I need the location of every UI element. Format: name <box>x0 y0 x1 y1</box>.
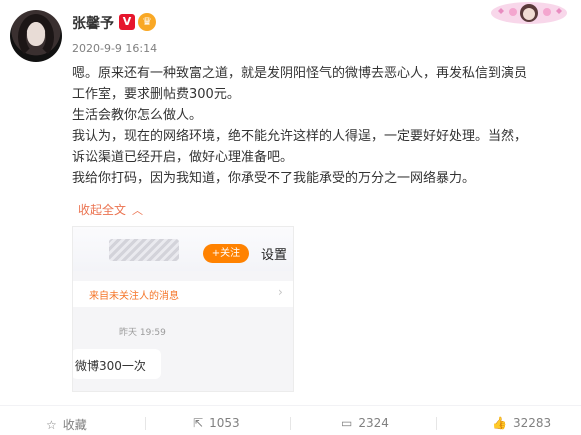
avatar[interactable] <box>10 10 62 62</box>
post-line: 诉讼渠道已经开启，做好心理准备吧。 <box>72 150 294 165</box>
chat-header: +关注 设置 <box>73 227 293 271</box>
comment-count: 2324 <box>358 416 389 430</box>
username[interactable]: 张馨予 <box>72 13 114 33</box>
follow-button: +关注 <box>203 244 249 263</box>
star-icon: ☆ <box>46 418 57 432</box>
favorite-button[interactable]: ☆ 收藏 <box>46 416 87 433</box>
repost-icon: ⇱ <box>193 416 204 430</box>
message-text: 微博300一次 <box>75 359 146 373</box>
post-line: 生活会教你怎么做人。 <box>72 108 203 123</box>
decorative-card-icon <box>491 2 567 24</box>
avatar-face <box>27 22 45 46</box>
verified-icon: V <box>119 14 135 30</box>
divider <box>436 417 437 430</box>
repost-count: 1053 <box>209 416 240 430</box>
divider <box>145 417 146 430</box>
collapse-text-link[interactable]: 收起全文 ︿ <box>78 201 143 218</box>
chevron-right-icon: › <box>278 285 283 299</box>
notice-text: 来自未关注人的消息 <box>89 291 179 302</box>
comment-button[interactable]: ▭ 2324 <box>341 416 389 430</box>
post-line: 嗯。原来还有一种致富之道，就是发阴阳怪气的微博去恶心人，再发私信到演员 <box>72 66 528 81</box>
post-line: 我给你打码，因为我知道，你承受不了我能承受的万分之一网络暴力。 <box>72 171 476 186</box>
weibo-post-card: 张馨予 V ♛ 2020-9-9 16:14 嗯。原来还有一种致富之道，就是发阴… <box>0 0 581 435</box>
blurred-username <box>109 239 179 261</box>
repost-button[interactable]: ⇱ 1053 <box>193 416 240 430</box>
comment-icon: ▭ <box>341 416 353 430</box>
stranger-notice: 来自未关注人的消息 › <box>73 281 293 307</box>
fan-badge-icon[interactable]: ♛ <box>138 13 156 31</box>
post-line: 我认为，现在的网络环境，绝不能允许这样的人得逞，一定要好好处理。当然， <box>72 129 528 144</box>
collapse-label: 收起全文 <box>78 203 127 217</box>
post-line: 工作室，要求删帖费300元。 <box>72 87 240 102</box>
chevron-up-icon: ︿ <box>132 204 144 217</box>
chat-timestamp: 昨天 19:59 <box>119 328 166 338</box>
settings-label: 设置 <box>261 248 288 263</box>
like-button[interactable]: 👍 32283 <box>492 416 551 430</box>
thumbs-up-icon: 👍 <box>492 416 507 430</box>
like-count: 32283 <box>512 416 552 430</box>
post-timestamp[interactable]: 2020-9-9 16:14 <box>72 42 157 55</box>
divider <box>290 417 291 430</box>
post-text: 嗯。原来还有一种致富之道，就是发阴阳怪气的微博去恶心人，再发私信到演员 工作室，… <box>72 63 572 189</box>
attached-image[interactable]: +关注 设置 来自未关注人的消息 › 昨天 19:59 微博300一次 <box>72 226 294 392</box>
action-bar: ☆ 收藏 ⇱ 1053 ▭ 2324 👍 32283 <box>0 405 581 435</box>
favorite-label: 收藏 <box>62 418 87 432</box>
